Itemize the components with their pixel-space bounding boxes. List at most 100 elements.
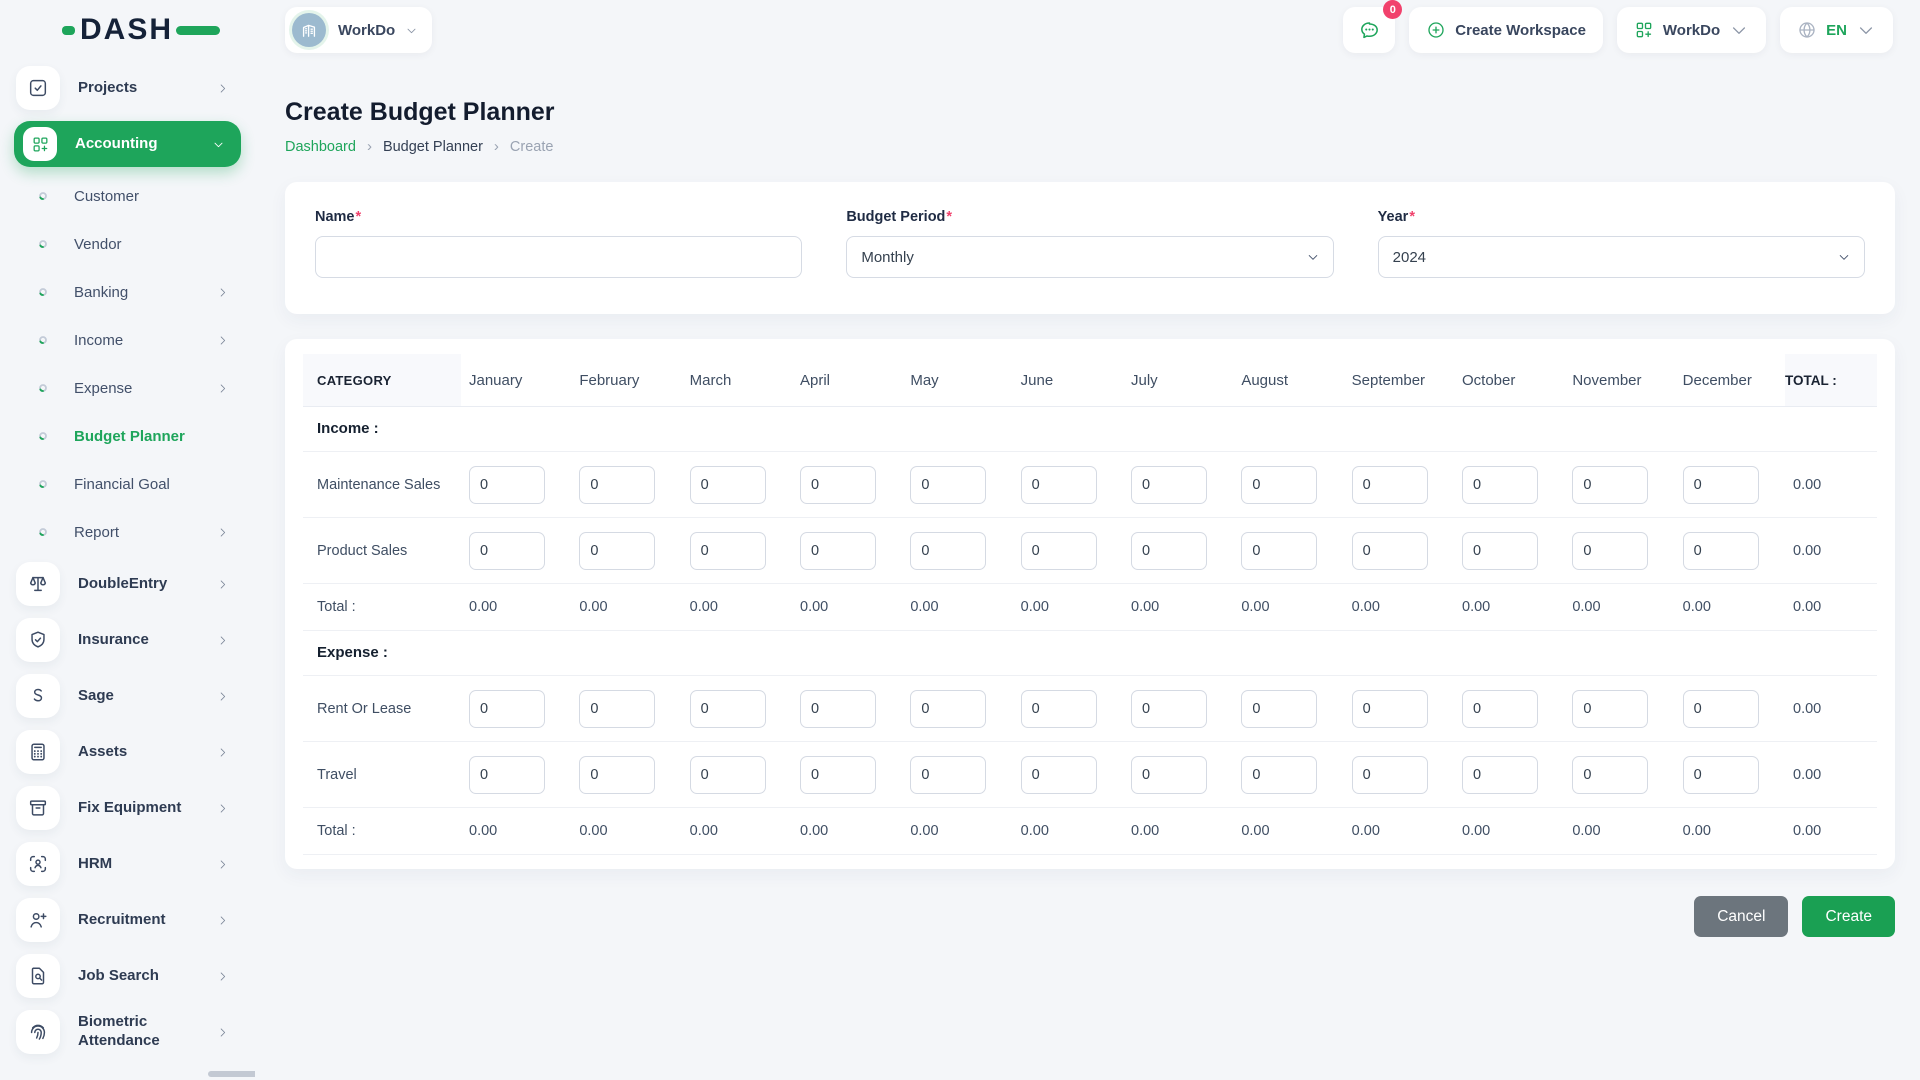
chevron-right-icon	[216, 334, 229, 347]
budget-input[interactable]	[689, 531, 766, 570]
messages-button[interactable]: 0	[1343, 0, 1403, 53]
create-workspace-button[interactable]: Create Workspace	[1409, 7, 1603, 53]
chevron-right-icon	[216, 690, 229, 703]
month-cell	[1344, 531, 1454, 570]
budget-input[interactable]	[1351, 465, 1428, 504]
budget-input[interactable]	[1572, 755, 1649, 794]
budget-input[interactable]	[579, 465, 656, 504]
sidebar-item-label: Financial Goal	[74, 475, 170, 493]
row-total-value: 0.00	[1793, 542, 1822, 559]
budget-input[interactable]	[1682, 689, 1759, 728]
sidebar-item-hrm[interactable]: HRM	[0, 836, 255, 892]
bullet-icon	[38, 287, 48, 297]
budget-input[interactable]	[910, 755, 987, 794]
budget-input[interactable]	[689, 755, 766, 794]
budget-input[interactable]	[800, 689, 876, 728]
budget-input[interactable]	[1462, 465, 1538, 504]
sidebar-item-income[interactable]: Income	[0, 316, 255, 364]
year-select[interactable]: 2024	[1377, 236, 1865, 278]
budget-input[interactable]	[1682, 531, 1759, 570]
budget-input[interactable]	[1131, 755, 1207, 794]
budget-input[interactable]	[469, 689, 545, 728]
month-cell	[461, 531, 571, 570]
budget-input[interactable]	[1351, 689, 1428, 728]
sidebar-item-insurance[interactable]: Insurance	[0, 612, 255, 668]
budget-input[interactable]	[1241, 531, 1318, 570]
budget-input[interactable]	[1462, 755, 1538, 794]
budget-input[interactable]	[910, 531, 987, 570]
budget-input[interactable]	[910, 465, 987, 504]
month-cell	[682, 465, 792, 504]
budget-input[interactable]	[469, 531, 545, 570]
budget-input[interactable]	[1351, 531, 1428, 570]
month-cell	[1564, 465, 1674, 504]
sidebar-item-assets[interactable]: Assets	[0, 724, 255, 780]
sidebar-item-financial-goal[interactable]: Financial Goal	[0, 460, 255, 508]
budget-input[interactable]	[1131, 465, 1207, 504]
month-header-may: May	[910, 371, 939, 389]
sidebar-item-expense[interactable]: Expense	[0, 364, 255, 412]
sidebar-item-report[interactable]: Report	[0, 508, 255, 556]
budget-input[interactable]	[1351, 755, 1428, 794]
budget-input[interactable]	[1020, 531, 1097, 570]
month-cell	[1454, 465, 1564, 504]
sidebar-item-budget-planner[interactable]: Budget Planner	[0, 412, 255, 460]
sidebar-icon-box	[16, 1010, 60, 1054]
budget-input[interactable]	[689, 465, 766, 504]
cancel-button[interactable]: Cancel	[1694, 896, 1789, 937]
budget-input[interactable]	[689, 689, 766, 728]
budget-input[interactable]	[1020, 689, 1097, 728]
budget-input[interactable]	[469, 755, 545, 794]
budget-input[interactable]	[800, 531, 876, 570]
sidebar-item-customer[interactable]: Customer	[0, 172, 255, 220]
budget-input[interactable]	[1241, 689, 1318, 728]
sidebar-item-label: Report	[74, 523, 120, 541]
budget-period-select[interactable]: Monthly	[846, 236, 1334, 278]
month-cell	[902, 755, 1012, 794]
budget-input[interactable]	[800, 465, 876, 504]
breadcrumb-dashboard[interactable]: Dashboard	[285, 139, 356, 155]
sidebar-item-doubleentry[interactable]: DoubleEntry	[0, 556, 255, 612]
budget-input[interactable]	[1682, 465, 1759, 504]
sidebar-item-recruitment[interactable]: Recruitment	[0, 892, 255, 948]
budget-input[interactable]	[579, 689, 656, 728]
budget-input[interactable]	[1462, 689, 1538, 728]
budget-input[interactable]	[1020, 465, 1097, 504]
sidebar-scrollbar-thumb[interactable]	[208, 1071, 255, 1077]
budget-input[interactable]	[1572, 465, 1649, 504]
sidebar-icon-box	[16, 898, 60, 942]
page-title: Create Budget Planner	[285, 98, 555, 126]
sidebar-item-biometric-attendance[interactable]: Biometric Attendance	[0, 1004, 255, 1060]
month-cell	[1233, 531, 1343, 570]
brand-logo[interactable]: DASH	[62, 15, 221, 45]
budget-input[interactable]	[1241, 755, 1318, 794]
budget-input[interactable]	[1131, 689, 1207, 728]
budget-input[interactable]	[1572, 531, 1649, 570]
breadcrumb-budget-planner[interactable]: Budget Planner	[383, 139, 483, 155]
sidebar-item-fix-equipment[interactable]: Fix Equipment	[0, 780, 255, 836]
budget-input[interactable]	[579, 755, 656, 794]
sidebar-item-projects[interactable]: Projects	[0, 60, 255, 116]
table-row-product-sales: Product Sales 0.00	[303, 518, 1877, 584]
budget-input[interactable]	[1682, 755, 1759, 794]
budget-input[interactable]	[579, 531, 656, 570]
budget-input[interactable]	[1572, 689, 1649, 728]
language-menu-button[interactable]: EN	[1780, 7, 1893, 53]
name-input[interactable]	[315, 236, 803, 278]
budget-input[interactable]	[1241, 465, 1318, 504]
budget-input[interactable]	[469, 465, 545, 504]
budget-input[interactable]	[1462, 531, 1538, 570]
company-menu-button[interactable]: WorkDo	[1616, 7, 1767, 53]
sidebar-item-job-search[interactable]: Job Search	[0, 948, 255, 1004]
budget-input[interactable]	[1131, 531, 1207, 570]
sidebar-item-sage[interactable]: Sage	[0, 668, 255, 724]
workspace-switcher[interactable]: WorkDo	[285, 7, 433, 53]
budget-input[interactable]	[1020, 755, 1097, 794]
budget-input[interactable]	[910, 689, 987, 728]
budget-input[interactable]	[800, 755, 876, 794]
create-button[interactable]: Create	[1802, 896, 1895, 937]
sidebar-item-vendor[interactable]: Vendor	[0, 220, 255, 268]
sidebar-item-banking[interactable]: Banking	[0, 268, 255, 316]
sidebar-item-accounting[interactable]: Accounting	[14, 121, 241, 167]
month-cell	[1013, 755, 1123, 794]
